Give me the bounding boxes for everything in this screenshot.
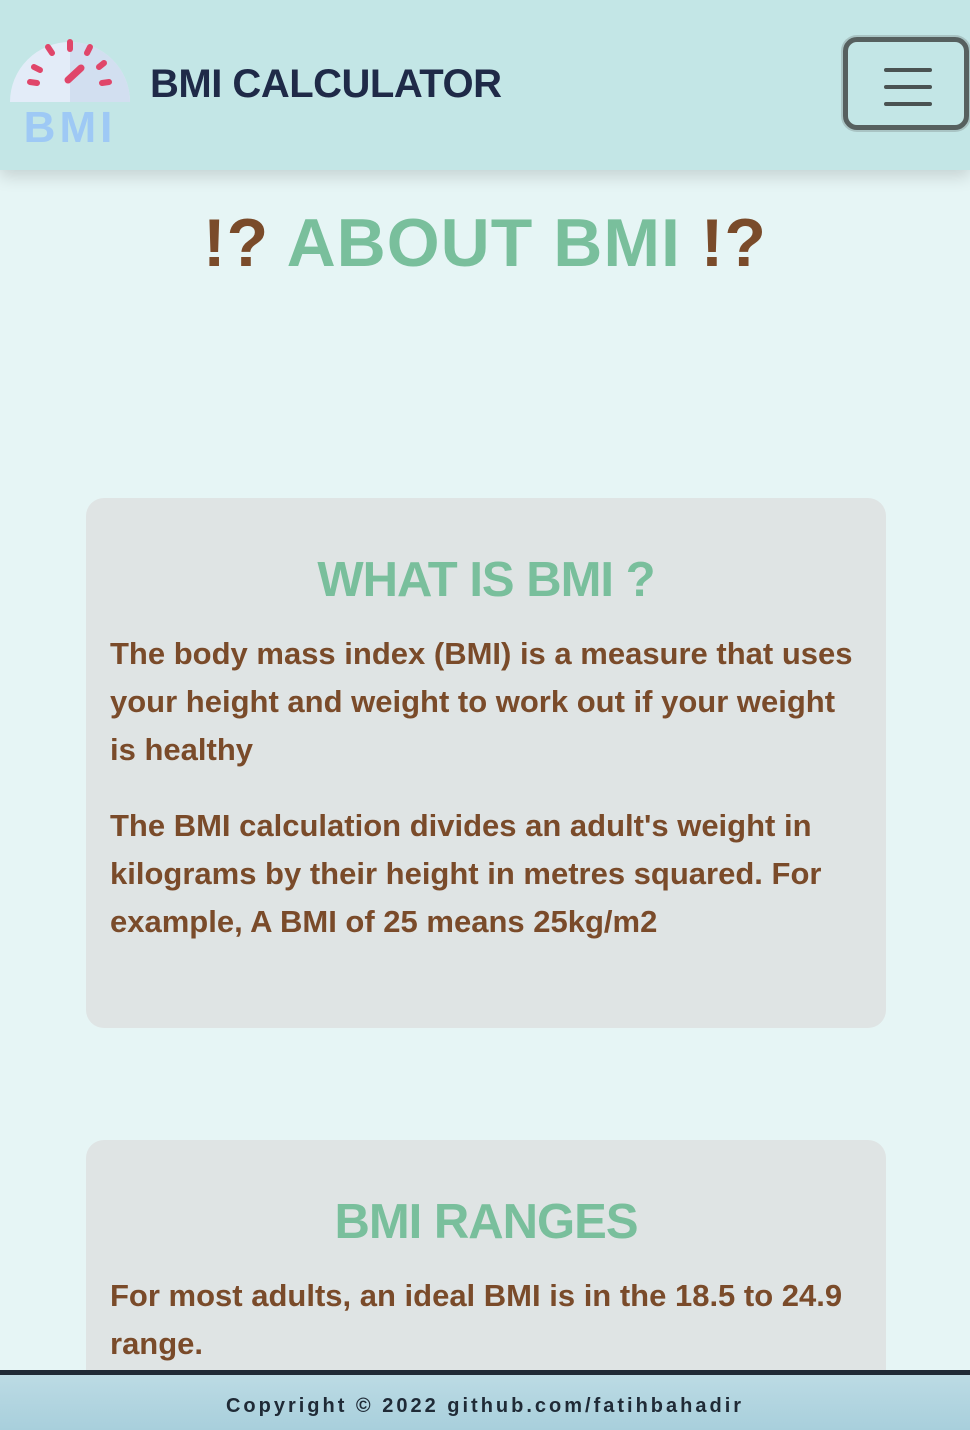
footer: Copyright © 2022 github.com/fatihbahadir bbox=[0, 1370, 970, 1430]
card-heading: BMI RANGES bbox=[334, 1195, 638, 1249]
menu-toggle-button[interactable] bbox=[843, 37, 969, 130]
hamburger-menu-icon bbox=[884, 68, 932, 119]
card-paragraph: The body mass index (BMI) is a measure t… bbox=[110, 636, 853, 767]
logo-text: BMI bbox=[24, 103, 117, 146]
title-suffix: !? bbox=[700, 205, 767, 281]
gauge-icon: BMI bbox=[10, 39, 130, 152]
navbar: BMI BMI CALCULATOR bbox=[0, 0, 970, 170]
page: BMI BMI CALCULATOR !? ABOUT BMI !? WHAT … bbox=[0, 0, 970, 1430]
brand-link[interactable]: BMI bbox=[10, 22, 130, 152]
bmi-gauge-logo: BMI bbox=[10, 22, 130, 152]
what-is-bmi-card: WHAT IS BMI ? The body mass index (BMI) … bbox=[86, 498, 886, 1028]
page-title: !? ABOUT BMI !? bbox=[0, 204, 970, 282]
title-text: ABOUT BMI bbox=[286, 205, 681, 281]
copyright-text: Copyright © 2022 github.com/fatihbahadir bbox=[225, 1395, 745, 1417]
card-paragraph: For most adults, an ideal BMI is in the … bbox=[110, 1278, 843, 1361]
title-prefix: !? bbox=[203, 205, 270, 281]
card-heading: WHAT IS BMI ? bbox=[317, 553, 655, 607]
brand-title[interactable]: BMI CALCULATOR bbox=[150, 62, 502, 107]
card-paragraph: The BMI calculation divides an adult's w… bbox=[110, 808, 822, 939]
